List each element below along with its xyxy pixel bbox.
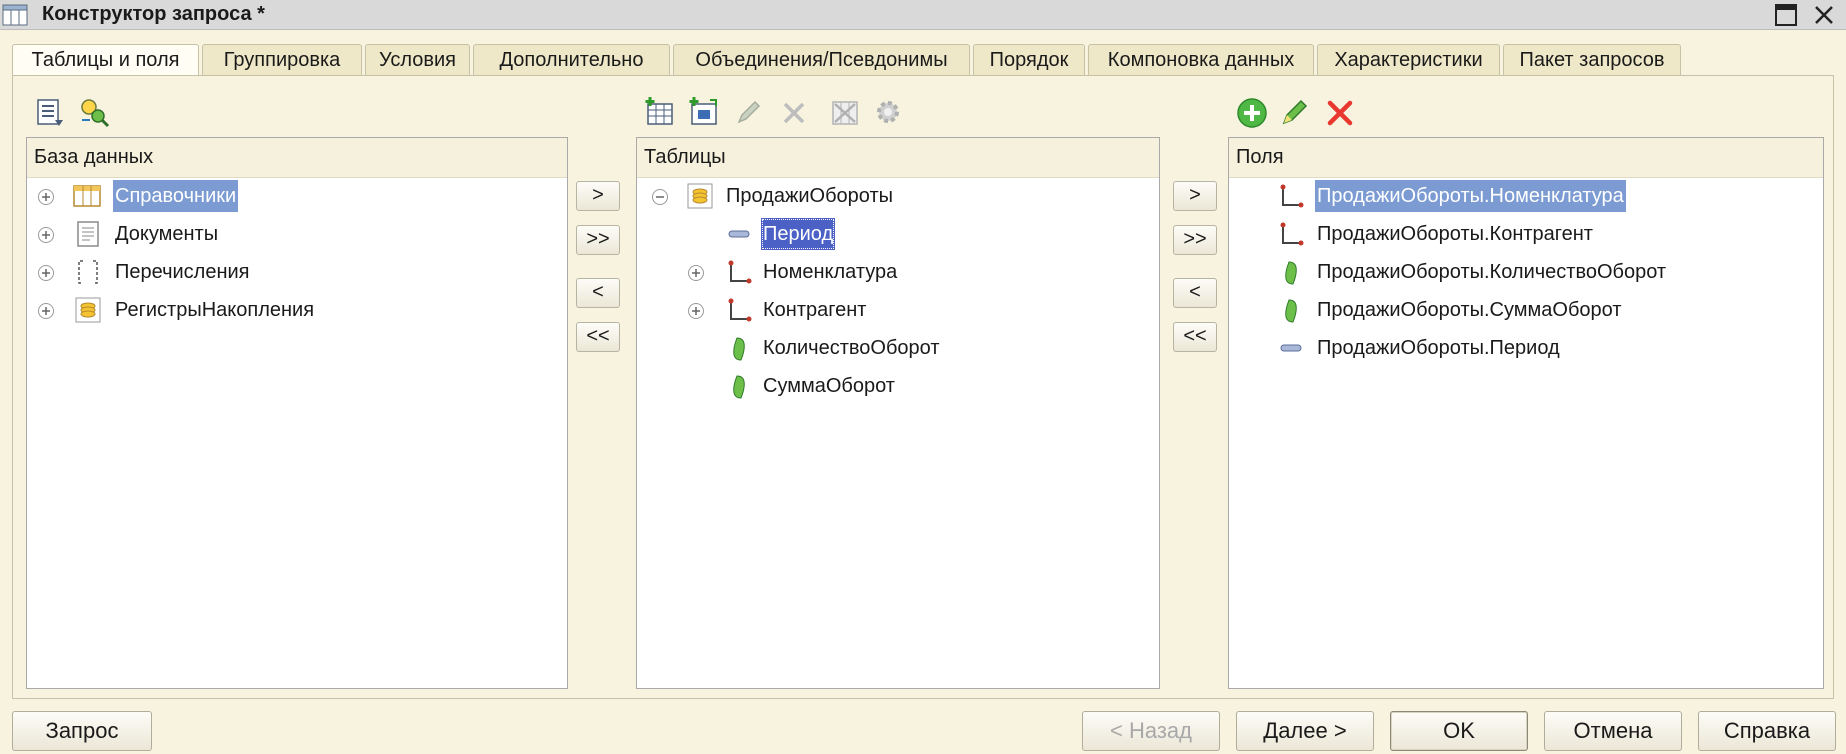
tree-row-sum-turnover[interactable]: СуммаОборот bbox=[637, 370, 1159, 402]
add-nested-query-icon[interactable] bbox=[688, 96, 720, 128]
resource-icon bbox=[733, 375, 745, 399]
delete-unused-tables-icon bbox=[832, 101, 858, 125]
window-title: Конструктор запроса * bbox=[42, 3, 265, 25]
tree-row-documents[interactable]: Документы bbox=[27, 218, 567, 250]
cancel-button[interactable]: Отмена bbox=[1544, 711, 1682, 751]
delete-table-icon bbox=[783, 102, 805, 124]
expand-icon[interactable] bbox=[37, 302, 55, 320]
field-row[interactable]: ПродажиОбороты.Номенклатура bbox=[1229, 180, 1823, 212]
tree-label: РегистрыНакопления bbox=[115, 299, 315, 321]
resource-icon bbox=[1285, 261, 1297, 285]
add-all-fields-button[interactable]: >> bbox=[1173, 225, 1217, 255]
add-field-icon[interactable] bbox=[1235, 96, 1269, 130]
tree-row-sales-turnovers[interactable]: ПродажиОбороты bbox=[637, 180, 1159, 212]
field-row[interactable]: ПродажиОбороты.Контрагент bbox=[1229, 218, 1823, 250]
tree-label: ПродажиОбороты bbox=[726, 185, 894, 207]
tab-query-batch[interactable]: Пакет запросов bbox=[1503, 44, 1681, 76]
tree-row-catalogs[interactable]: Справочники bbox=[27, 180, 567, 212]
tree-row-nomenclature[interactable]: Номенклатура bbox=[637, 256, 1159, 288]
enum-icon bbox=[78, 260, 98, 284]
tree-label: Перечисления bbox=[115, 261, 250, 283]
tree-label: СуммаОборот bbox=[763, 375, 895, 397]
resource-icon bbox=[733, 337, 745, 361]
back-button[interactable]: < Назад bbox=[1082, 711, 1220, 751]
tree-label: Контрагент bbox=[763, 299, 867, 321]
collapse-icon[interactable] bbox=[651, 188, 669, 206]
tree-label: КоличествоОборот bbox=[763, 337, 940, 359]
edit-table-icon bbox=[737, 100, 761, 124]
remove-field-button[interactable]: < bbox=[1173, 278, 1217, 308]
remove-table-button[interactable]: < bbox=[576, 278, 620, 308]
fields-panel-header: Поля bbox=[1229, 138, 1823, 178]
tree-row-counterparty[interactable]: Контрагент bbox=[637, 294, 1159, 326]
field-label: ПродажиОбороты.Период bbox=[1317, 337, 1560, 359]
catalog-icon bbox=[73, 185, 101, 207]
tree-label: Документы bbox=[115, 223, 219, 245]
list-view-icon[interactable] bbox=[35, 98, 65, 128]
period-icon bbox=[728, 230, 750, 238]
dimension-icon bbox=[1280, 222, 1304, 246]
field-label: ПродажиОбороты.СуммаОборот bbox=[1317, 299, 1622, 321]
dimension-icon bbox=[728, 298, 752, 322]
help-button[interactable]: Справка bbox=[1698, 711, 1836, 751]
database-panel-header: База данных bbox=[27, 138, 567, 178]
tables-panel-header: Таблицы bbox=[637, 138, 1159, 178]
expand-icon[interactable] bbox=[37, 226, 55, 244]
tables-panel[interactable]: Таблицы ПродажиОбороты Период Номенклату… bbox=[636, 137, 1160, 689]
tree-label: Период bbox=[761, 218, 836, 250]
fields-panel[interactable]: Поля ПродажиОбороты.Номенклатура Продажи… bbox=[1228, 137, 1824, 689]
maximize-icon[interactable] bbox=[1774, 3, 1798, 27]
add-table-icon[interactable] bbox=[644, 96, 676, 128]
field-label: ПродажиОбороты.КоличествоОборот bbox=[1317, 261, 1667, 283]
title-bar: Конструктор запроса * bbox=[0, 0, 1846, 30]
tab-conditions[interactable]: Условия bbox=[365, 44, 470, 76]
ok-button[interactable]: OK bbox=[1390, 711, 1528, 751]
tab-unions-aliases[interactable]: Объединения/Псевдонимы bbox=[673, 44, 970, 76]
period-icon bbox=[1280, 344, 1302, 352]
field-row[interactable]: ПродажиОбороты.Период bbox=[1229, 332, 1823, 364]
tree-label: Справочники bbox=[113, 180, 239, 212]
settings-icon bbox=[877, 101, 899, 123]
delete-field-icon[interactable] bbox=[1326, 99, 1354, 127]
add-field-button[interactable]: > bbox=[1173, 181, 1217, 211]
field-label: ПродажиОбороты.Номенклатура bbox=[1315, 180, 1626, 212]
resource-icon bbox=[1285, 299, 1297, 323]
remove-all-tables-button[interactable]: << bbox=[576, 322, 620, 352]
tree-row-accumulation-registers[interactable]: РегистрыНакопления bbox=[27, 294, 567, 326]
tab-order[interactable]: Порядок bbox=[973, 44, 1085, 76]
database-panel[interactable]: База данных Справочники Документы Перечи… bbox=[26, 137, 568, 689]
field-row[interactable]: ПродажиОбороты.СуммаОборот bbox=[1229, 294, 1823, 326]
dimension-icon bbox=[1280, 184, 1304, 208]
query-builder-icon bbox=[2, 4, 28, 26]
add-all-tables-button[interactable]: >> bbox=[576, 225, 620, 255]
tab-tables-and-fields[interactable]: Таблицы и поля bbox=[12, 44, 199, 77]
accumulation-register-icon bbox=[687, 183, 713, 209]
tree-row-enums[interactable]: Перечисления bbox=[27, 256, 567, 288]
remove-all-fields-button[interactable]: << bbox=[1173, 322, 1217, 352]
dimension-icon bbox=[728, 260, 752, 284]
add-table-button[interactable]: > bbox=[576, 181, 620, 211]
tab-data-composition[interactable]: Компоновка данных bbox=[1088, 44, 1314, 76]
tab-characteristics[interactable]: Характеристики bbox=[1317, 44, 1500, 76]
edit-field-icon[interactable] bbox=[1280, 97, 1310, 127]
query-button[interactable]: Запрос bbox=[12, 711, 152, 751]
next-button[interactable]: Далее > bbox=[1236, 711, 1374, 751]
close-icon[interactable] bbox=[1812, 3, 1836, 27]
expand-icon[interactable] bbox=[687, 264, 705, 282]
tab-advanced[interactable]: Дополнительно bbox=[473, 44, 670, 76]
tree-label: Номенклатура bbox=[763, 261, 898, 283]
find-in-tree-icon[interactable] bbox=[78, 96, 110, 128]
expand-icon[interactable] bbox=[37, 264, 55, 282]
field-label: ПродажиОбороты.Контрагент bbox=[1317, 223, 1593, 245]
tab-grouping[interactable]: Группировка bbox=[202, 44, 362, 76]
expand-icon[interactable] bbox=[37, 188, 55, 206]
tree-row-quantity-turnover[interactable]: КоличествоОборот bbox=[637, 332, 1159, 364]
document-icon bbox=[77, 221, 99, 247]
accumulation-register-icon bbox=[75, 297, 101, 323]
field-row[interactable]: ПродажиОбороты.КоличествоОборот bbox=[1229, 256, 1823, 288]
tree-row-period[interactable]: Период bbox=[637, 218, 1159, 250]
expand-icon[interactable] bbox=[687, 302, 705, 320]
